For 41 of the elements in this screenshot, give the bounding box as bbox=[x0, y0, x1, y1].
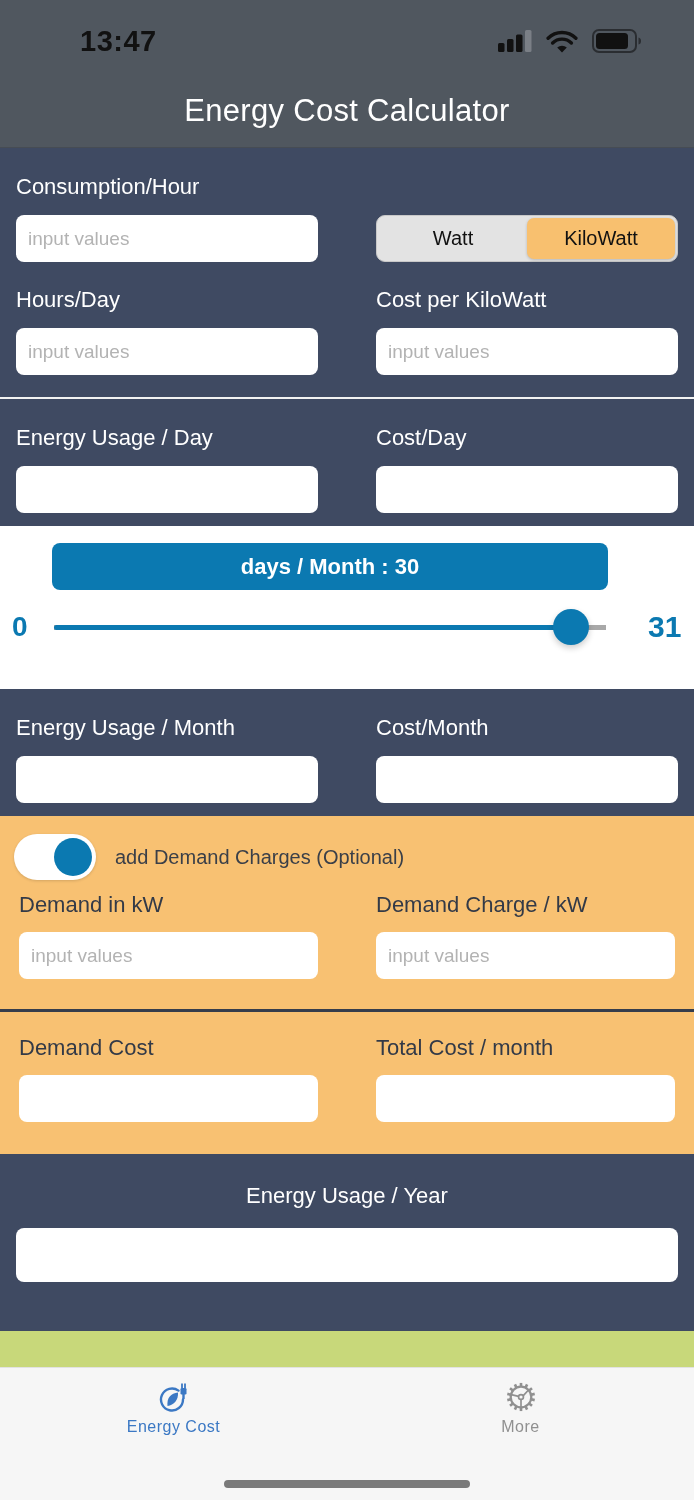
field-label: Total Cost / month bbox=[376, 1035, 555, 1061]
input-field[interactable]: input values bbox=[376, 932, 675, 979]
input-field[interactable]: input values bbox=[16, 215, 318, 262]
gear-icon bbox=[505, 1382, 536, 1412]
status-time: 13:47 bbox=[80, 24, 157, 58]
toggle-label: add Demand Charges (Optional) bbox=[115, 845, 405, 869]
plug-leaf-icon bbox=[158, 1382, 189, 1412]
unit-segment[interactable]: KiloWatt bbox=[527, 218, 675, 259]
slider-thumb[interactable] bbox=[553, 609, 590, 645]
field-label: Hours/Day bbox=[16, 287, 121, 313]
app-title: Energy Cost Calculator bbox=[184, 93, 510, 129]
input-field[interactable]: input values bbox=[376, 328, 678, 375]
field-label: Energy Usage / Day bbox=[16, 425, 214, 451]
wifi-icon bbox=[546, 29, 578, 53]
output-field[interactable] bbox=[16, 1228, 678, 1282]
field-label: Energy Usage / Month bbox=[16, 715, 236, 741]
signal-icon bbox=[498, 30, 532, 52]
field-label: Consumption/Hour bbox=[16, 174, 201, 200]
output-field[interactable] bbox=[376, 466, 678, 513]
field-label: Demand in kW bbox=[19, 892, 165, 918]
input-field[interactable]: input values bbox=[16, 328, 318, 375]
field-label: Cost per KiloWatt bbox=[376, 287, 548, 313]
unit-segment[interactable]: Watt bbox=[379, 218, 527, 259]
output-field[interactable] bbox=[19, 1075, 318, 1122]
output-field[interactable] bbox=[16, 466, 318, 513]
tab-button[interactable]: More bbox=[347, 1382, 694, 1436]
tab-button[interactable]: Energy Cost bbox=[0, 1382, 347, 1436]
field-label: Demand Cost bbox=[19, 1035, 155, 1061]
field-label: Cost/Month bbox=[376, 715, 490, 741]
slider-title: days / Month : 30 bbox=[52, 543, 608, 590]
field-label: Demand Charge / kW bbox=[376, 892, 589, 918]
toggle-switch[interactable] bbox=[14, 834, 96, 880]
output-field[interactable] bbox=[376, 1075, 675, 1122]
output-field[interactable] bbox=[16, 756, 318, 803]
input-field[interactable]: input values bbox=[19, 932, 318, 979]
field-label: Energy Usage / Year bbox=[245, 1183, 449, 1209]
field-label: Cost/Day bbox=[376, 425, 468, 451]
battery-icon bbox=[592, 29, 642, 53]
slider-min-label: 0 bbox=[12, 611, 29, 643]
slider-max-label: 31 bbox=[648, 610, 682, 644]
output-field[interactable] bbox=[376, 756, 678, 803]
